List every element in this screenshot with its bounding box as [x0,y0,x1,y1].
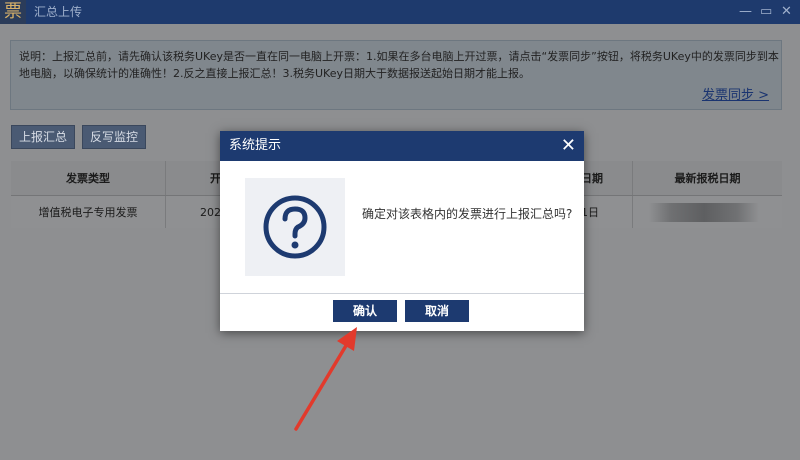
red-arrow-icon [294,327,357,431]
